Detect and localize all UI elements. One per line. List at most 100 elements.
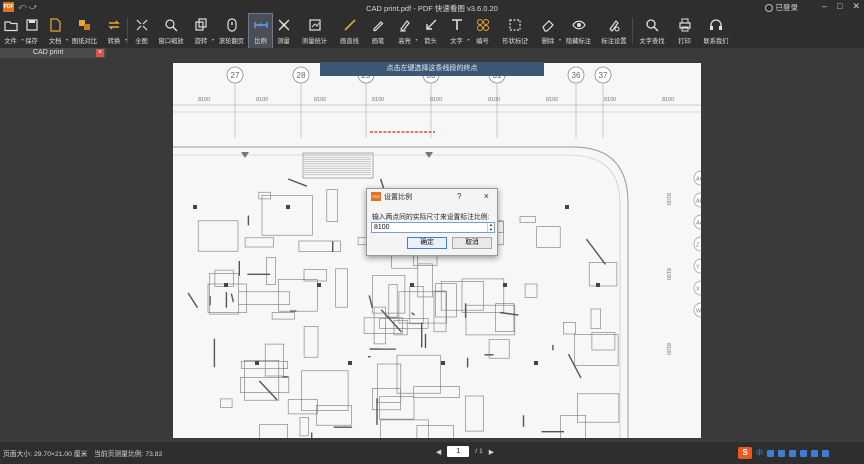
tray-icon[interactable] (789, 449, 796, 457)
dimension-label: 8100 (198, 97, 210, 103)
dialog-prompt: 输入两点间的实际尺寸来设置标注比例: (372, 214, 490, 221)
structural-column (503, 283, 507, 287)
tray-icon[interactable] (767, 449, 774, 457)
tab-strip: CAD print × (0, 48, 864, 58)
tool-arrow-button[interactable]: 箭头 (418, 14, 443, 48)
fit-icon (134, 17, 150, 33)
tool-highlight-button[interactable]: 高亮 ▾ (391, 14, 418, 48)
prev-page-icon[interactable]: ◀ (436, 448, 441, 456)
tool-scale-button[interactable]: 比例 (248, 13, 273, 49)
tab-cad-print[interactable]: CAD print × (0, 48, 106, 58)
tool-rotate-button[interactable]: 旋转 ▾ (187, 14, 215, 48)
tool-label: 保存 (25, 38, 38, 45)
tab-close-icon[interactable]: × (96, 49, 104, 57)
ime-mode[interactable]: 中 (756, 448, 763, 458)
tool-label: 比例 (254, 38, 267, 45)
document-icon (47, 17, 63, 33)
tool-number-button[interactable]: 编号 (470, 14, 495, 48)
room-outline (379, 318, 429, 329)
dimension-label: 8100 (430, 97, 442, 103)
structural-column (193, 205, 197, 209)
tool-delete-button[interactable]: 删除 ▾ (535, 14, 561, 48)
room-outline (301, 370, 349, 411)
tool-findtext-button[interactable]: 文字查找 (633, 14, 671, 48)
tool-save-button[interactable]: 保存 (21, 14, 42, 48)
maximize-button[interactable]: □ (837, 1, 842, 12)
app-logo: PDF (3, 2, 14, 12)
tool-hide-button[interactable]: 隐藏标注 (561, 14, 596, 48)
tool-label: 画直线 (340, 38, 359, 45)
set-scale-dialog: PDF 设置比例 ? × 输入两点间的实际尺寸来设置标注比例: 8100 ▲ ▼ … (366, 188, 498, 256)
tray-icon[interactable] (822, 449, 829, 457)
axis-label: Y (696, 265, 700, 271)
zoom-window-icon (163, 17, 179, 33)
scale-value: 8100 (374, 224, 390, 231)
rotate-icon (193, 17, 209, 33)
eye-icon (571, 17, 587, 33)
tool-doc-button[interactable]: 文档 ▾ (42, 14, 68, 48)
tool-print-button[interactable]: 打印 (671, 14, 698, 48)
room-outline (266, 257, 276, 285)
dialog-logo: PDF (371, 192, 381, 201)
wall-segment (187, 292, 199, 309)
next-page-icon[interactable]: ▶ (489, 448, 494, 456)
app-window: PDF ⤺ ⤻ CAD print.pdf - PDF 快速看图 v3.6.0.… (0, 0, 864, 464)
room-outline (271, 312, 295, 320)
tool-label: 转换 (107, 38, 121, 45)
cancel-button[interactable]: 取消 (452, 237, 492, 249)
room-outline (278, 279, 318, 312)
room-outline (261, 195, 313, 236)
room-outline (413, 386, 460, 398)
room-outline (519, 216, 536, 223)
minimize-button[interactable]: – (822, 1, 827, 12)
tool-compare-button[interactable]: 图纸对比 (68, 14, 101, 48)
measure-icon (276, 17, 292, 33)
wall-segment (500, 311, 519, 316)
status-bar: 页面大小: 29.70×21.00 厘米 当前页测量比例: 73.82 ◀ 1 … (0, 442, 864, 464)
tool-pen-button[interactable]: 画笔 (365, 14, 391, 48)
tray-icon[interactable] (778, 449, 785, 457)
tool-convert-button[interactable]: 转换 ▾ (101, 14, 127, 48)
tool-scroll-button[interactable]: 滚轮翻页 (215, 14, 248, 48)
tool-label: 打印 (678, 38, 691, 45)
scale-value-input[interactable]: 8100 ▲ ▼ (371, 222, 495, 233)
spinner-arrows-icon[interactable]: ▲ ▼ (487, 222, 494, 232)
tool-measure-button[interactable]: 测量 (272, 14, 295, 48)
ime-logo-icon[interactable]: S (738, 447, 752, 459)
tool-shape-button[interactable]: 形状标记 ▾ (495, 14, 535, 48)
tool-contact-button[interactable]: 联系我们 (698, 14, 734, 48)
dialog-close-icon[interactable]: × (484, 191, 489, 201)
tool-zoomwin-button[interactable]: 窗口缩放 (155, 14, 187, 48)
structural-column (410, 283, 414, 287)
room-outline (244, 237, 274, 248)
room-outline (299, 416, 309, 437)
tool-annosettings-button[interactable]: 标注设置 (596, 14, 632, 48)
tool-label: 全图 (135, 38, 148, 45)
help-icon[interactable]: ? (457, 192, 461, 201)
tray-icon[interactable] (800, 449, 807, 457)
room-outline (560, 414, 587, 438)
tool-label: 箭头 (424, 38, 437, 45)
login-status[interactable]: 已登录 (764, 2, 798, 13)
tray-icon[interactable] (811, 449, 818, 457)
tool-file-button[interactable]: 文件 ▾ (0, 14, 24, 48)
user-icon (764, 3, 773, 12)
ok-button[interactable]: 确定 (407, 237, 447, 249)
tool-text-button[interactable]: 文字 ▾ (443, 14, 470, 48)
close-window-button[interactable]: ✕ (852, 1, 860, 12)
room-outline (576, 393, 620, 423)
undo-redo-icons[interactable]: ⤺ ⤻ (18, 2, 37, 12)
room-outline (259, 424, 288, 438)
tool-fullview-button[interactable]: 全图 (128, 14, 155, 48)
room-outline (207, 283, 247, 313)
convert-icon (106, 17, 122, 33)
measure-scale-status: 当前页测量比例: 73.82 (94, 451, 163, 458)
room-outline (316, 405, 352, 426)
room-outline (244, 360, 280, 401)
tool-label: 文件 (4, 38, 17, 45)
page-number-input[interactable]: 1 (447, 446, 470, 457)
room-outline (209, 273, 240, 315)
tool-measurestats-button[interactable]: 测量统计 (295, 14, 334, 48)
room-outline (388, 284, 398, 318)
tool-line-button[interactable]: 画直线 (334, 14, 365, 48)
